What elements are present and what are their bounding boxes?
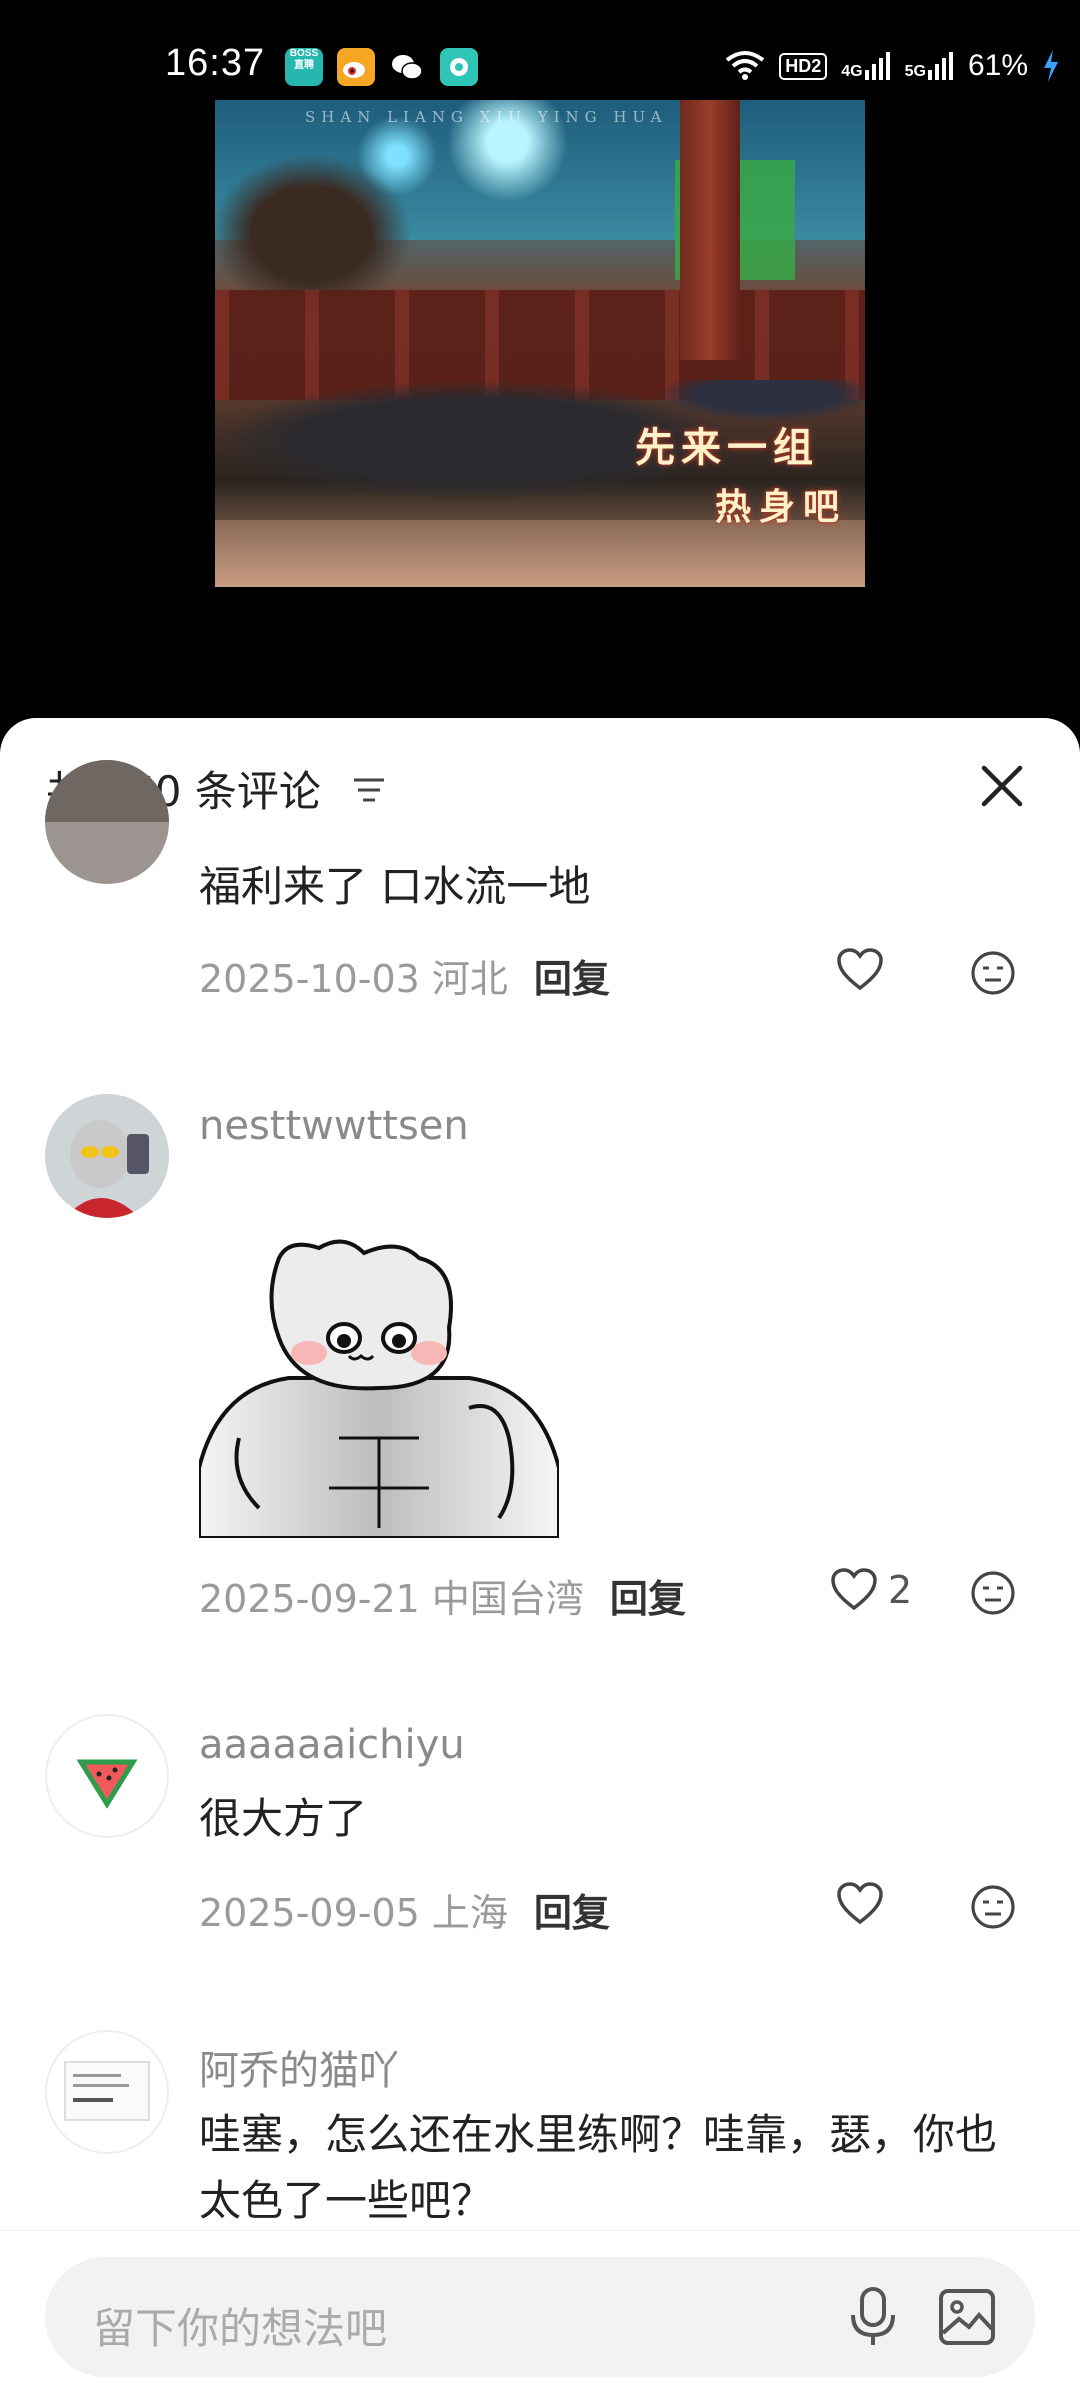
hd-badge: HD2	[779, 52, 828, 80]
comment-date-location: 2025-10-03 河北	[199, 957, 508, 1001]
status-indicators: HD2 4G 5G 61%	[725, 46, 1060, 86]
video-watermark: SHAN LIANG XIU YING HUA	[305, 108, 668, 126]
signal-5g: 5G	[905, 52, 954, 80]
wifi-icon	[726, 51, 765, 80]
charging-icon	[1044, 50, 1058, 82]
comment-username[interactable]: nesttwwttsen	[199, 1103, 469, 1149]
weibo-icon	[337, 48, 375, 86]
comment-meta: 2025-09-21 中国台湾 回复	[199, 1568, 686, 1623]
video-floor	[215, 520, 865, 587]
reply-button[interactable]: 回复	[534, 957, 610, 1001]
video-tree	[215, 120, 455, 310]
comment-input-bar: 留下你的想法吧	[0, 2230, 1080, 2401]
comment-meta: 2025-10-03 河北 回复	[199, 948, 610, 1003]
image-icon[interactable]	[937, 2287, 997, 2347]
wechat-icon	[388, 48, 426, 86]
comment-sticker[interactable]	[197, 1238, 561, 1540]
comment-text: 哇塞，怎么还在水里练啊？哇靠，瑟，你也太色了一些吧？	[199, 2110, 998, 2225]
video-caption-line2: 热身吧	[715, 486, 848, 528]
avatar[interactable]	[45, 760, 169, 884]
comment-date-location: 2025-09-21 中国台湾	[199, 1577, 584, 1621]
status-time: 16:37	[165, 42, 266, 84]
like-button[interactable]	[836, 948, 884, 992]
comment-input[interactable]: 留下你的想法吧	[45, 2257, 1035, 2377]
avatar[interactable]	[45, 1094, 169, 1218]
boss-zhipin-icon: BOSS 直聘	[285, 48, 323, 86]
heart-icon	[831, 1568, 877, 1611]
dislike-face-icon[interactable]	[970, 1884, 1016, 1930]
comment-username[interactable]: aaaaaaichiyu	[199, 1722, 465, 1768]
video-caption-line1: 先来一组	[635, 424, 819, 471]
signal-4g: 4G	[841, 52, 890, 80]
battery-percent: 61%	[967, 49, 1028, 82]
like-button[interactable]	[836, 1882, 884, 1926]
comment-date-location: 2025-09-05 上海	[199, 1891, 508, 1935]
avatar[interactable]	[45, 1714, 169, 1838]
video-pillar	[680, 100, 740, 360]
avatar[interactable]	[45, 2030, 169, 2154]
heart-icon	[837, 948, 883, 991]
comment-username[interactable]: 阿乔的猫吖	[199, 2038, 399, 2096]
video-player[interactable]: SHAN LIANG XIU YING HUA 先来一组 热身吧	[215, 100, 865, 587]
reply-button[interactable]: 回复	[610, 1577, 686, 1621]
comment-input-placeholder: 留下你的想法吧	[93, 2304, 388, 2353]
heart-icon	[837, 1882, 883, 1925]
sort-filter-icon[interactable]	[352, 775, 386, 805]
close-icon[interactable]	[980, 764, 1024, 808]
like-count: 2	[888, 1568, 913, 1612]
microphone-icon[interactable]	[845, 2285, 901, 2349]
reply-button[interactable]: 回复	[534, 1891, 610, 1935]
dislike-face-icon[interactable]	[970, 1570, 1016, 1616]
comment-text: 福利来了 口水流一地	[199, 862, 591, 911]
comment-sheet: 共 160 条评论 福利来了 口水流一地 2025-10-03 河北 回复 ne…	[0, 718, 1080, 2400]
chat-bubble-app-icon	[440, 48, 478, 86]
like-button[interactable]: 2	[830, 1568, 912, 1612]
comment-meta: 2025-09-05 上海 回复	[199, 1882, 610, 1937]
dislike-face-icon[interactable]	[970, 950, 1016, 996]
comment-text: 很大方了	[199, 1794, 368, 1843]
status-bar: 16:37 BOSS 直聘 HD2 4G 5G 61%	[0, 0, 1080, 100]
